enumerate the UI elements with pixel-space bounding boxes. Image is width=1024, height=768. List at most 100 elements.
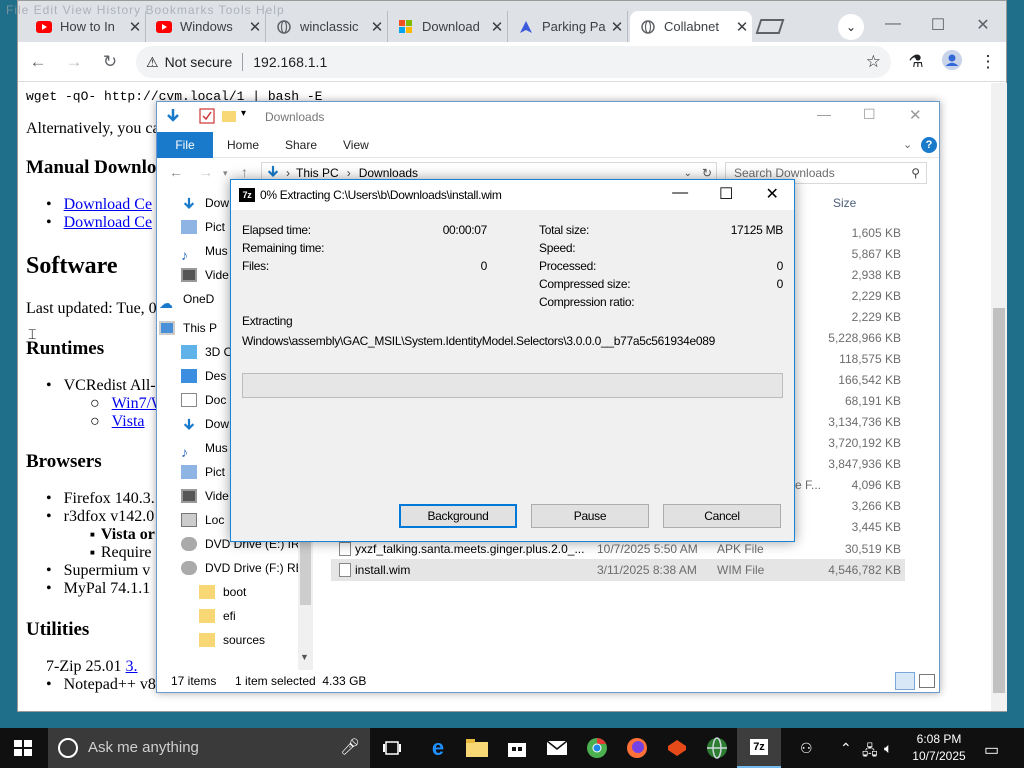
globe-icon[interactable] [703, 734, 731, 762]
sidebar-item-downloads-pc[interactable]: Dow [181, 413, 229, 435]
edge-icon[interactable]: e [424, 734, 452, 762]
new-folder-icon[interactable] [221, 108, 237, 124]
tab-search-chevron-icon[interactable]: ⌄ [838, 14, 864, 40]
back-arrow-icon[interactable]: ← [26, 50, 50, 74]
tab-share[interactable]: Share [271, 132, 331, 158]
volume-muted-icon[interactable]: 🔈︎ [884, 740, 892, 757]
table-row-selected[interactable]: install.wim 3/11/2025 8:38 AM WIM File 4… [331, 559, 905, 581]
not-secure-label[interactable]: Not secure [165, 54, 233, 70]
people-icon[interactable]: ⚇ [800, 740, 813, 757]
microphone-icon[interactable]: 🎤︎ [340, 737, 360, 757]
sidebar-item-dvd-f[interactable]: DVD Drive (F:) RE [181, 557, 304, 579]
tab-download[interactable]: Download ✕ [388, 11, 508, 42]
bookmark-star-icon[interactable]: ☆ [866, 52, 881, 72]
sidebar-item-music-pc[interactable]: ♪ Mus [181, 437, 228, 460]
close-tab-icon[interactable]: ✕ [607, 18, 627, 36]
network-icon[interactable]: 🖧︎ [862, 740, 878, 764]
back-arrow-icon[interactable]: ← [169, 164, 183, 180]
size-column-header[interactable]: Size [833, 196, 856, 210]
sidebar-item-downloads[interactable]: Dow [181, 192, 229, 214]
minimize-icon[interactable]: — [817, 106, 831, 122]
path-dropdown-icon[interactable]: ⌄ [684, 168, 692, 179]
refresh-icon[interactable]: ↻ [702, 166, 712, 180]
address-bar[interactable]: ⚠ Not secure 192.168.1.1 ☆ [136, 46, 891, 78]
store-icon[interactable] [503, 734, 531, 762]
labs-flask-icon[interactable]: ⚗ [904, 50, 928, 74]
maximize-icon[interactable]: ☐ [923, 15, 953, 35]
breadcrumb-this-pc[interactable]: This PC [296, 166, 339, 180]
scroll-down-icon[interactable]: ▼ [300, 652, 309, 662]
tab-how-to[interactable]: How to In ✕ [26, 11, 146, 42]
taskbar-search-input[interactable]: Ask me anything 🎤︎ [48, 728, 370, 768]
7zip-icon[interactable]: 7z [737, 728, 781, 768]
customize-chevron-icon[interactable]: ▾ [241, 108, 257, 124]
details-view-icon[interactable] [895, 672, 915, 690]
sidebar-item-pictures[interactable]: Pict [181, 216, 225, 238]
tab-collabnet[interactable]: Collabnet ✕ [630, 11, 752, 42]
sidebar-item-videos[interactable]: Vide [181, 264, 229, 286]
minimize-icon[interactable]: — [665, 184, 695, 202]
office-icon[interactable] [663, 734, 691, 762]
new-tab-button[interactable] [755, 19, 785, 34]
close-tab-icon[interactable]: ✕ [245, 18, 265, 36]
recent-chevron-icon[interactable]: ▾ [223, 168, 228, 179]
sidebar-item-onedrive[interactable]: ☁ OneD [159, 288, 214, 311]
close-icon[interactable]: ✕ [757, 184, 787, 204]
cancel-button[interactable]: Cancel [663, 504, 781, 528]
page-scrollbar[interactable] [991, 83, 1007, 711]
help-icon[interactable]: ? [921, 137, 937, 153]
vista-link[interactable]: Vista [112, 413, 145, 430]
tab-windows[interactable]: Windows ✕ [146, 11, 266, 42]
firefox-icon[interactable] [623, 734, 651, 762]
url-text[interactable]: 192.168.1.1 [253, 54, 327, 70]
sidebar-item-sources[interactable]: sources [199, 629, 265, 651]
background-button[interactable]: Background [399, 504, 517, 528]
pause-button[interactable]: Pause [531, 504, 649, 528]
show-hidden-icons-chevron-icon[interactable]: ⌃ [840, 740, 852, 757]
sidebar-item-local-disk[interactable]: Loc [181, 509, 224, 531]
sidebar-item-this-pc[interactable]: This P [159, 317, 217, 339]
system-clock[interactable]: 6:08 PM 10/7/2025 [906, 731, 972, 765]
close-tab-icon[interactable]: ✕ [367, 18, 387, 36]
up-arrow-icon[interactable]: ↑ [241, 164, 248, 180]
minimize-icon[interactable]: — [878, 15, 908, 33]
sidebar-item-videos-pc[interactable]: Vide [181, 485, 229, 507]
tab-home[interactable]: Home [213, 132, 273, 158]
breadcrumb-downloads[interactable]: Downloads [359, 166, 418, 180]
sidebar-item-desktop[interactable]: Des [181, 365, 226, 387]
close-tab-icon[interactable]: ✕ [125, 18, 145, 36]
action-center-icon[interactable]: ▭ [984, 740, 999, 760]
expand-ribbon-chevron-icon[interactable]: ⌄ [903, 138, 912, 151]
tab-view[interactable]: View [329, 132, 383, 158]
sidebar-item-3d-objects[interactable]: 3D O [181, 341, 233, 363]
sevenzip-link[interactable]: 3. [126, 658, 138, 675]
sidebar-item-boot[interactable]: boot [199, 581, 246, 603]
close-icon[interactable]: ✕ [909, 106, 922, 124]
maximize-icon[interactable]: ☐ [711, 184, 741, 204]
tab-winclassic[interactable]: winclassic ✕ [266, 11, 388, 42]
maximize-icon[interactable]: ☐ [863, 106, 876, 123]
sidebar-item-documents[interactable]: Doc [181, 389, 226, 411]
menu-kebab-icon[interactable]: ⋮ [976, 50, 1000, 74]
sidebar-item-music[interactable]: ♪ Mus [181, 240, 228, 263]
mail-icon[interactable] [543, 734, 571, 762]
download-link[interactable]: Download Ce [64, 214, 152, 231]
tab-file[interactable]: File [157, 132, 213, 158]
close-window-icon[interactable]: ✕ [968, 15, 998, 35]
forward-arrow-icon[interactable]: → [62, 50, 86, 74]
sidebar-item-pictures-pc[interactable]: Pict [181, 461, 225, 483]
chrome-icon[interactable] [583, 734, 611, 762]
large-icons-view-icon[interactable] [919, 674, 935, 688]
file-explorer-icon[interactable] [463, 734, 491, 762]
reload-icon[interactable]: ↻ [98, 50, 122, 74]
properties-check-icon[interactable] [199, 108, 215, 124]
download-link[interactable]: Download Ce [64, 196, 152, 213]
sidebar-item-efi[interactable]: efi [199, 605, 236, 627]
task-view-icon[interactable] [378, 734, 406, 762]
close-tab-icon[interactable]: ✕ [487, 18, 507, 36]
start-windows-icon[interactable] [14, 740, 32, 756]
close-tab-icon[interactable]: ✕ [732, 18, 752, 36]
forward-arrow-icon[interactable]: → [199, 164, 213, 180]
tab-parking[interactable]: Parking Pa ✕ [508, 11, 628, 42]
profile-avatar-icon[interactable] [940, 50, 964, 74]
